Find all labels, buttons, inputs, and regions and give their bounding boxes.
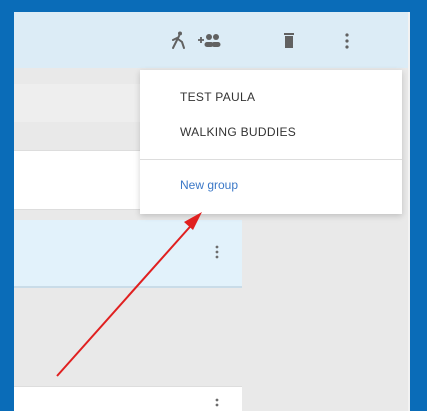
walk-icon[interactable] bbox=[168, 30, 190, 52]
more-vert-icon[interactable] bbox=[214, 397, 220, 411]
new-group-link[interactable]: New group bbox=[180, 178, 238, 192]
more-vert-icon[interactable] bbox=[214, 244, 220, 260]
list-item[interactable] bbox=[14, 386, 242, 411]
more-vert-icon[interactable] bbox=[336, 30, 358, 52]
list-item-selected[interactable] bbox=[14, 220, 242, 288]
menu-item-test-paula[interactable]: TEST PAULA bbox=[180, 90, 255, 104]
group-add-icon[interactable] bbox=[196, 30, 221, 52]
app-window: TEST PAULA WALKING BUDDIES New group bbox=[14, 12, 410, 411]
trash-icon[interactable] bbox=[278, 30, 300, 52]
menu-divider bbox=[140, 159, 402, 160]
right-panel bbox=[408, 12, 410, 411]
group-menu: TEST PAULA WALKING BUDDIES New group bbox=[140, 70, 402, 214]
menu-item-walking-buddies[interactable]: WALKING BUDDIES bbox=[180, 125, 296, 139]
top-toolbar bbox=[14, 12, 408, 68]
